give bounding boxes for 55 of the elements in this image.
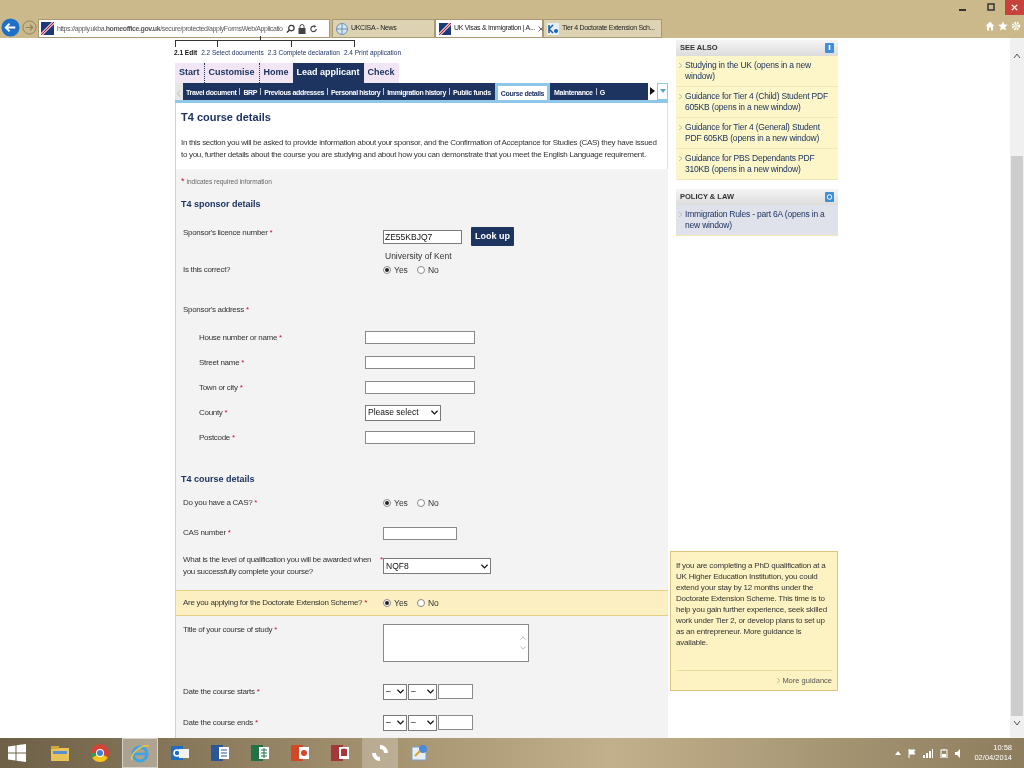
dropdown[interactable]: NQF8 [383, 558, 491, 574]
field-label: Postcode [199, 431, 230, 444]
help-text: If you are completing a PhD qualification at a UK Higher Education Institution, you could extend your stay by 12 months under the Doctorate Extension Scheme. This time is to help you gain further experience, seek skilled work under Tier 2, or develop plans to set up as an entrepreneur. More guidance is available. [676, 560, 828, 648]
option-label: Yes [394, 496, 408, 510]
dropdown[interactable]: – [383, 714, 407, 731]
form-title: T4 course details [181, 109, 272, 125]
option-label: No [427, 263, 439, 277]
field-label: Are you applying for the Doctorate Extension Scheme? [183, 597, 363, 609]
dropdown[interactable]: – [408, 714, 437, 731]
intro-text: In this section you will be asked to provide information about your sponsor, and the Confirmation of Acceptance for Studies (CAS) they have issued to you, further details about the course you are studying and about how you can demonstrate that you meet the English Language requirement. [181, 137, 658, 161]
nav-tab[interactable]: Home [259, 62, 293, 83]
dropdown[interactable]: – [383, 683, 407, 700]
dropdown[interactable]: Please select [365, 404, 441, 421]
input-field[interactable]: ZE55KBJQ7 [383, 229, 462, 244]
required-mark: * [241, 356, 245, 369]
field-label: House number or name [199, 331, 278, 344]
required-mark: * [379, 554, 383, 566]
field-label: Sponsor's licence number [183, 227, 268, 239]
field-label: Do you have a CAS? [183, 497, 253, 509]
nav-tab[interactable]: Customise [204, 62, 260, 83]
required-mark: * [231, 431, 236, 444]
field-label: Sponsor's address [183, 304, 244, 316]
dropdown[interactable]: – [408, 683, 437, 700]
required-mark: * [245, 304, 250, 316]
required-mark: * [227, 527, 231, 539]
required-mark: * [269, 227, 273, 239]
lookup-result: University of Kent [384, 250, 453, 263]
field-label: Is this correct? [183, 264, 231, 276]
option-label: No [427, 496, 439, 510]
field-label: Date the course ends [183, 716, 254, 729]
field-label: What is the level of qualification you will be awarded when you successfully complete your course? [183, 554, 373, 578]
required-mark: * [239, 381, 243, 394]
nav-tab[interactable]: Lead applicant [292, 62, 364, 83]
required-mark: * [181, 175, 185, 189]
required-mark: * [254, 497, 258, 509]
field-label: County [199, 406, 223, 419]
section-heading: T4 sponsor details [181, 197, 261, 211]
nav-tab[interactable]: Check [363, 62, 399, 83]
option-label: Yes [394, 263, 408, 277]
required-mark: * [224, 406, 228, 419]
required-mark: * [256, 685, 260, 698]
required-mark: * [274, 624, 278, 636]
field-label: Street name [199, 356, 240, 369]
section-heading: T4 course details [181, 472, 255, 486]
required-mark: * [255, 716, 259, 729]
required-mark: * [364, 597, 368, 609]
required-mark: * [279, 331, 283, 344]
field-label: Town or city [199, 381, 238, 394]
field-label: Title of your course of study [183, 624, 273, 636]
field-label: Date the course starts [183, 685, 255, 698]
nav-tab[interactable]: Start [175, 62, 205, 83]
option-label: No [427, 596, 439, 610]
field-label: CAS number [183, 527, 226, 539]
option-label: Yes [394, 596, 408, 610]
look-up-button[interactable]: Look up [471, 227, 514, 246]
